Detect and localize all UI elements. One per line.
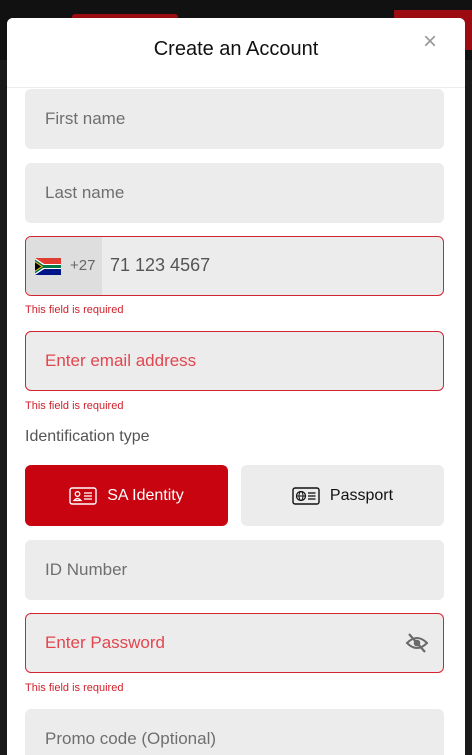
phone-number-value: 71 123 4567 [110,255,211,275]
last-name-field[interactable]: Last name [25,163,444,223]
close-icon[interactable]: × [423,30,437,54]
password-placeholder: Enter Password [45,633,165,652]
country-code: +27 [70,257,96,274]
phone-error: This field is required [25,304,124,316]
country-code-selector[interactable]: +27 [26,237,102,295]
modal-title: Create an Account [153,38,319,60]
id-number-field[interactable]: ID Number [25,540,444,600]
phone-field[interactable]: +27 71 123 4567 [25,236,444,296]
passport-icon [292,486,320,505]
passport-button[interactable]: Passport [241,465,444,526]
promo-code-field[interactable]: Promo code (Optional) [25,709,444,755]
email-error: This field is required [25,400,124,412]
email-field[interactable]: Enter email address [25,331,444,391]
email-placeholder: Enter email address [45,351,197,370]
sa-identity-label: SA Identity [107,486,184,504]
identification-type-label: Identification type [25,428,150,445]
passport-label: Passport [329,486,394,504]
first-name-placeholder: First name [45,109,126,128]
id-card-icon [69,486,97,505]
sa-identity-button[interactable]: SA Identity [25,465,228,526]
first-name-field[interactable]: First name [25,89,444,149]
password-error: This field is required [25,682,124,694]
eye-off-icon[interactable] [405,632,429,654]
promo-code-placeholder: Promo code (Optional) [45,729,217,748]
south-africa-flag-icon [35,258,61,275]
password-field[interactable]: Enter Password [25,613,444,673]
modal-header: Create an Account × [7,18,465,88]
id-number-placeholder: ID Number [45,560,128,579]
signup-modal: Create an Account × First name Last name… [7,18,465,755]
last-name-placeholder: Last name [45,183,125,202]
